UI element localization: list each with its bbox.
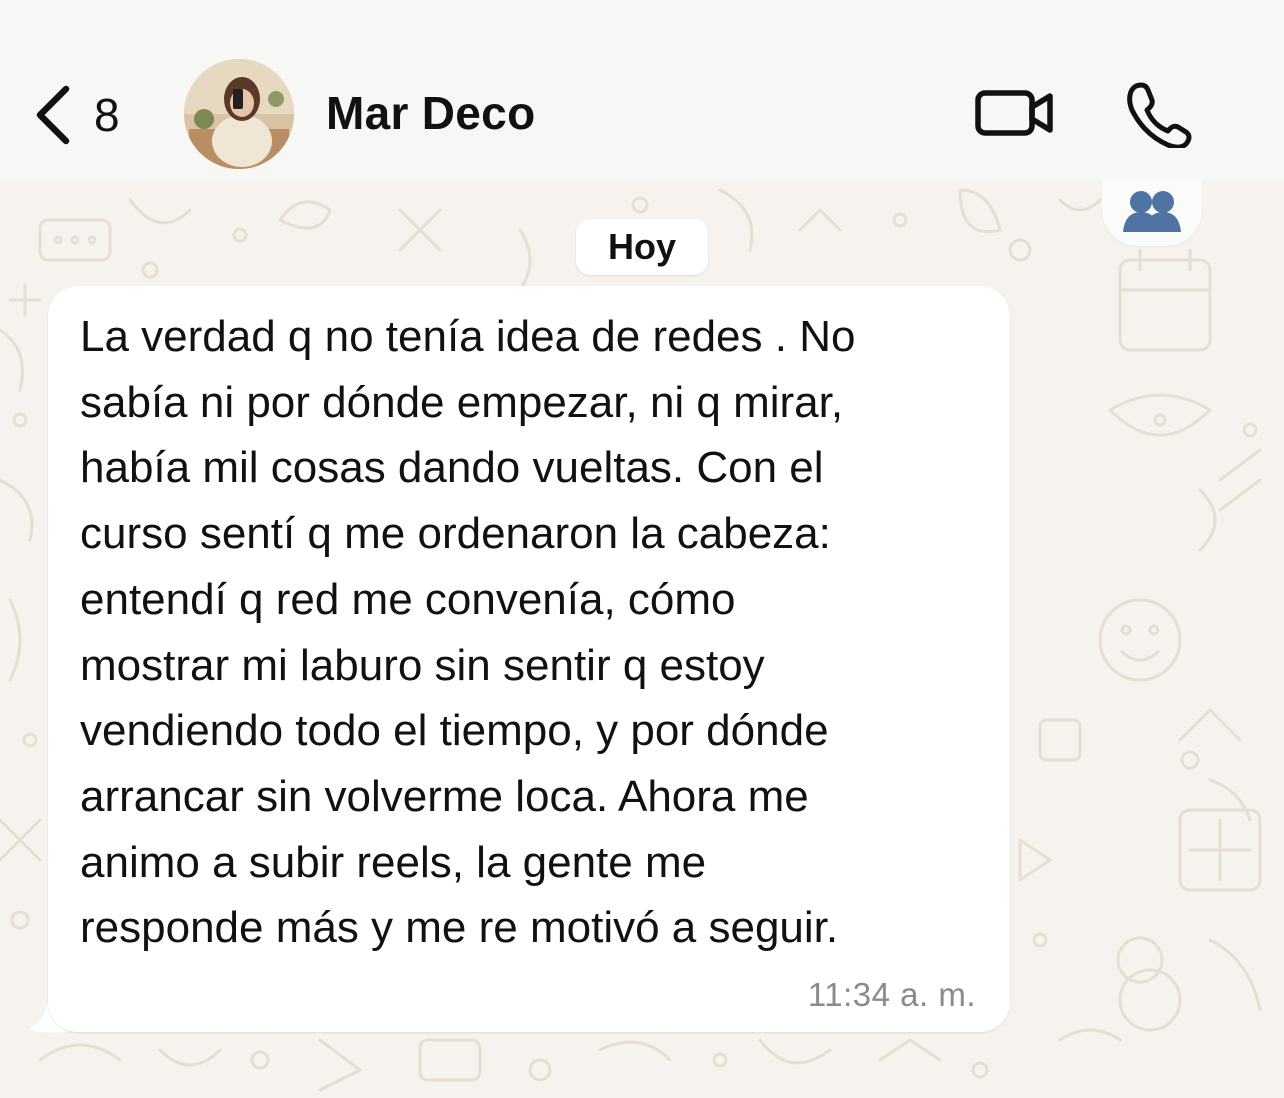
group-chip[interactable] xyxy=(1102,180,1202,246)
video-camera-icon xyxy=(975,90,1053,136)
group-icon xyxy=(1123,191,1181,232)
back-button[interactable]: 8 xyxy=(30,80,150,150)
message-text: La verdad q no tenía idea de redes . No … xyxy=(80,312,856,953)
video-call-button[interactable] xyxy=(972,80,1056,146)
phone-icon xyxy=(1127,82,1192,150)
unread-count: 8 xyxy=(94,89,120,141)
chat-header: 8 Mar Deco xyxy=(0,0,1284,180)
message-timestamp: 11:34 a. m. xyxy=(807,976,976,1013)
contact-name[interactable]: Mar Deco xyxy=(326,86,535,140)
contact-avatar[interactable] xyxy=(184,59,294,169)
voice-call-button[interactable] xyxy=(1122,78,1194,150)
date-separator: Hoy xyxy=(576,219,708,275)
chevron-left-icon xyxy=(36,85,70,145)
